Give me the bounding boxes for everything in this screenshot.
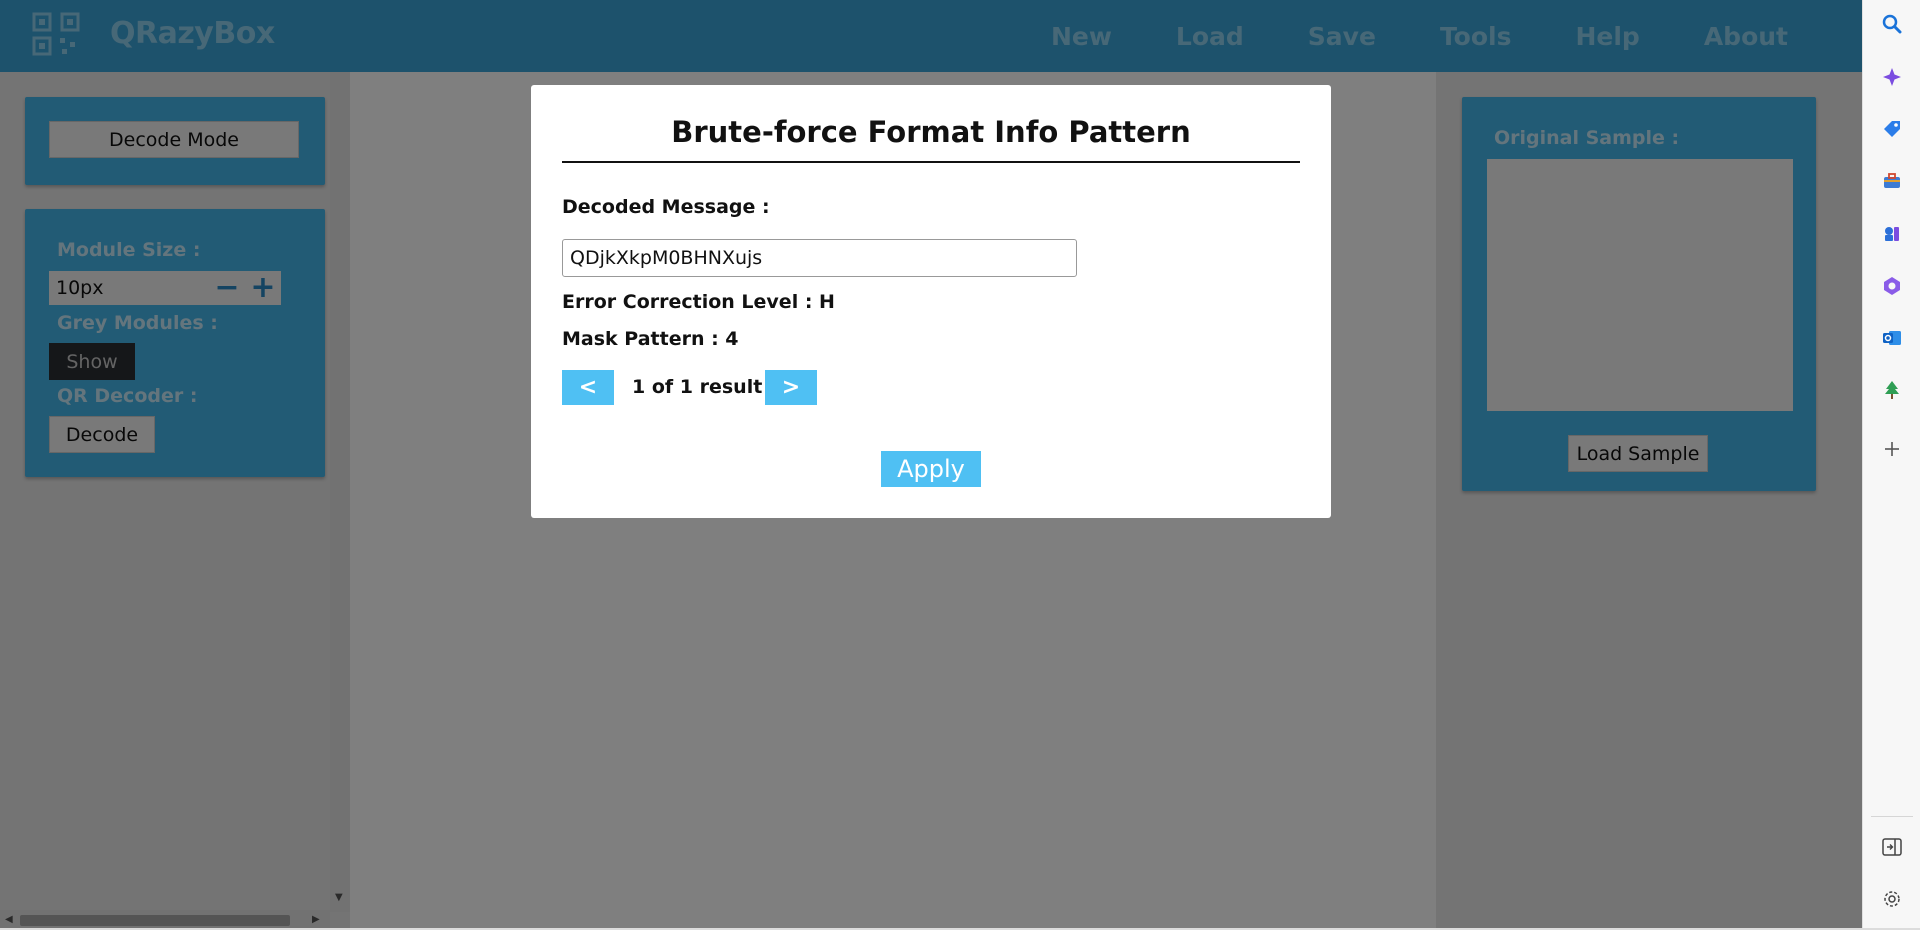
shopping-tag-icon[interactable] bbox=[1881, 118, 1903, 140]
settings-icon[interactable] bbox=[1881, 888, 1903, 910]
sidebar-divider bbox=[1871, 816, 1913, 817]
qrazybox-app: QRazyBox New Load Save Tools Help About … bbox=[0, 0, 1862, 930]
decoded-message-field[interactable] bbox=[562, 239, 1077, 277]
modal-title: Brute-force Format Info Pattern bbox=[671, 115, 1191, 149]
search-icon[interactable] bbox=[1881, 13, 1903, 35]
result-counter: 1 of 1 result bbox=[632, 376, 763, 398]
sidebar-toggle-icon[interactable] bbox=[1881, 836, 1903, 858]
games-icon[interactable] bbox=[1881, 222, 1903, 244]
tree-icon[interactable] bbox=[1881, 379, 1903, 401]
title-divider bbox=[562, 161, 1300, 163]
copilot-icon[interactable] bbox=[1881, 66, 1903, 88]
browser-sidebar bbox=[1862, 0, 1920, 930]
bruteforce-format-modal: Brute-force Format Info Pattern Decoded … bbox=[531, 85, 1331, 518]
decoded-message-label: Decoded Message : bbox=[562, 196, 770, 218]
toolbox-icon[interactable] bbox=[1881, 170, 1903, 192]
next-result-button[interactable]: > bbox=[765, 370, 817, 405]
add-icon[interactable] bbox=[1881, 438, 1903, 460]
mask-pattern: Mask Pattern : 4 bbox=[562, 328, 739, 350]
outlook-icon[interactable] bbox=[1881, 327, 1903, 349]
microsoft365-icon[interactable] bbox=[1881, 275, 1903, 297]
previous-result-button[interactable]: < bbox=[562, 370, 614, 405]
apply-button[interactable]: Apply bbox=[881, 451, 981, 487]
error-correction-level: Error Correction Level : H bbox=[562, 291, 835, 313]
